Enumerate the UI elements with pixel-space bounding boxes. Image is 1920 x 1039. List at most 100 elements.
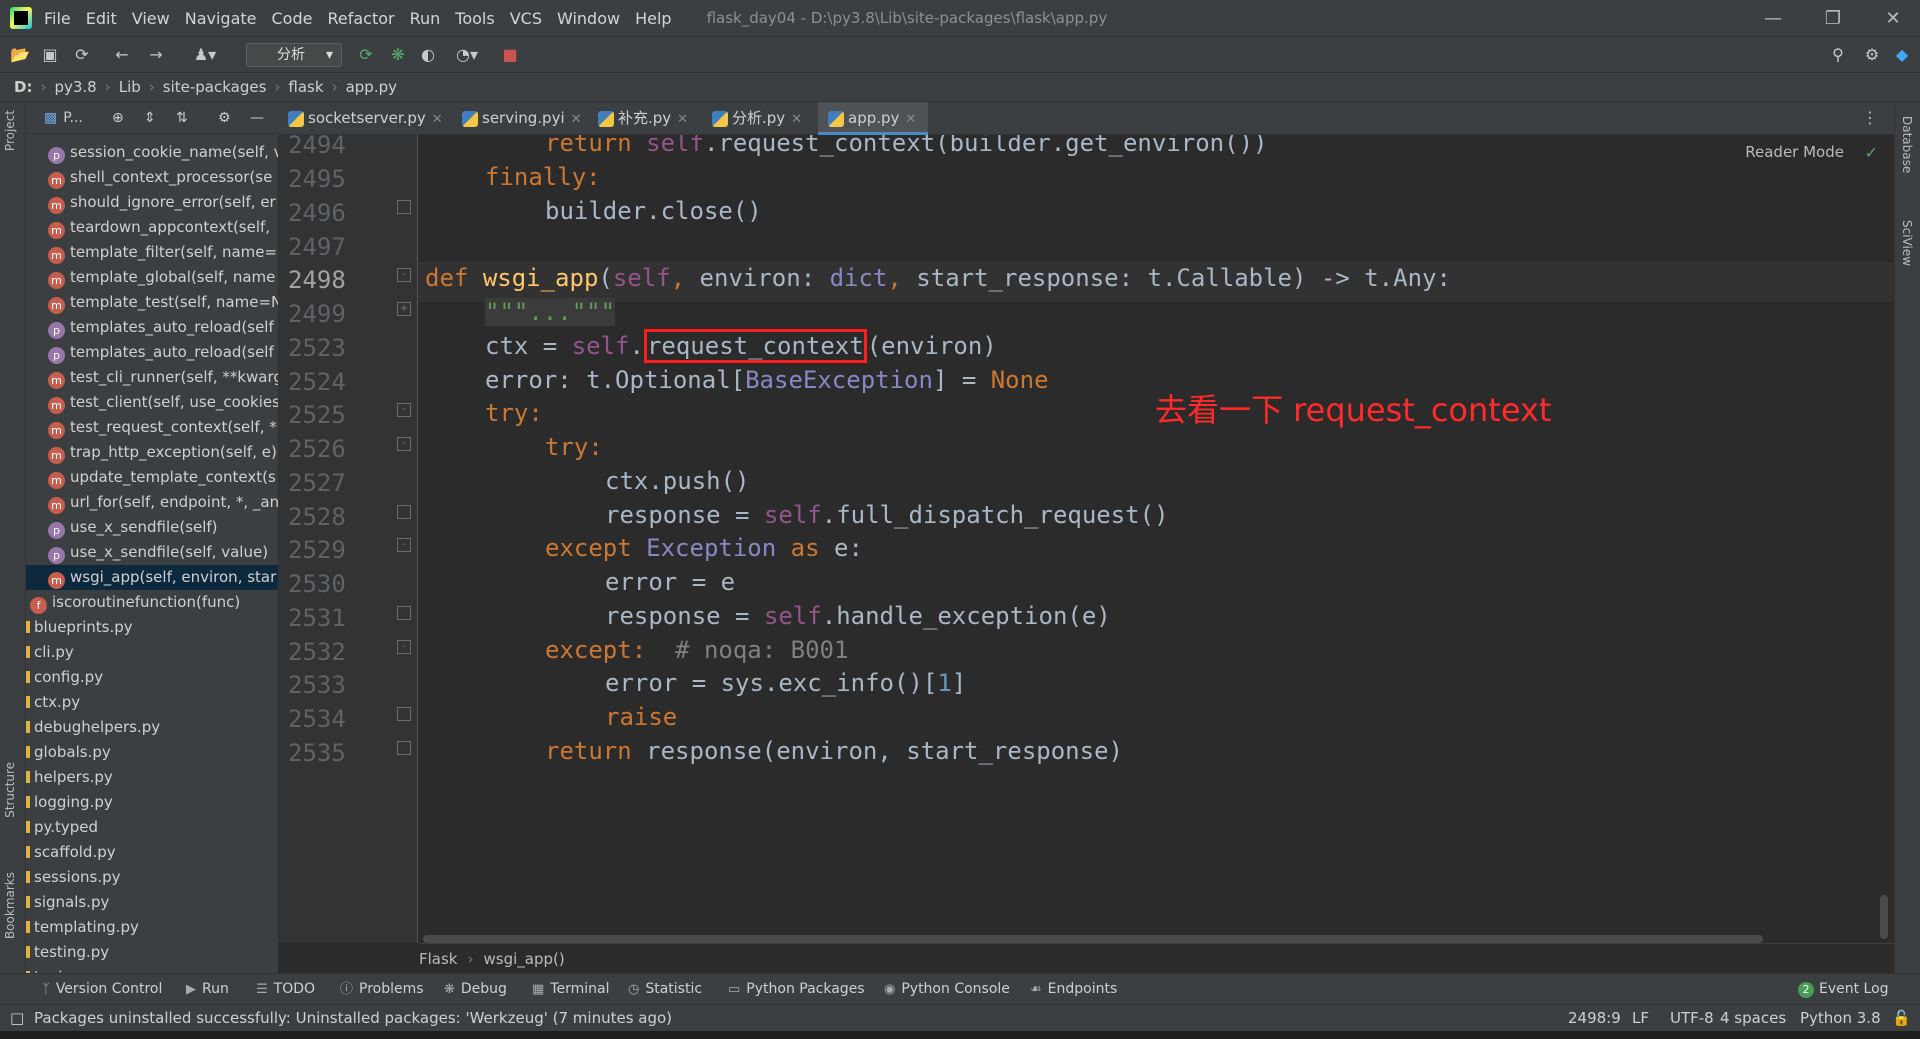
tree-file-item[interactable]: globals.py — [26, 740, 278, 765]
restore-icon[interactable]: ❐ — [1806, 0, 1860, 36]
run-tool[interactable]: ▶ Run — [186, 974, 229, 1005]
tree-method-item[interactable]: m template_test(self, name=N — [26, 290, 278, 315]
profile-icon[interactable]: ◔▾ — [450, 45, 484, 65]
save-icon[interactable]: ▣ — [40, 45, 60, 65]
database-tool-button[interactable]: Database — [1900, 116, 1914, 173]
stop-icon[interactable]: ■ — [500, 45, 520, 65]
close-window-icon[interactable]: ✕ — [1866, 0, 1920, 36]
inspection-ok-icon[interactable]: ✓ — [1865, 143, 1878, 162]
breadcrumb-class[interactable]: Flask — [419, 950, 458, 968]
sync-icon[interactable]: ⟳ — [72, 45, 92, 65]
collapse-all-icon[interactable]: ⇅ — [176, 110, 188, 126]
tree-method-item[interactable]: m shell_context_processor(se — [26, 165, 278, 190]
fold-end-icon[interactable] — [397, 200, 411, 214]
menu-run[interactable]: Run — [410, 9, 441, 28]
back-icon[interactable]: ← — [112, 45, 132, 65]
fold-collapse-icon[interactable]: - — [397, 268, 411, 282]
status-message[interactable]: Packages uninstalled successfully: Unins… — [34, 1005, 672, 1032]
problems-tool[interactable]: ⓘ Problems — [340, 974, 424, 1005]
lock-icon[interactable]: 🔓 — [1892, 1005, 1911, 1032]
code-editor[interactable]: Reader Mode ✓ return self.request_contex… — [419, 135, 1894, 943]
breadcrumb-flask[interactable]: flask — [288, 78, 323, 96]
tree-method-item[interactable]: m update_template_context(s — [26, 465, 278, 490]
tab-fenxi[interactable]: 分析.py ✕ — [702, 102, 818, 135]
project-view-selector[interactable]: P... — [63, 110, 83, 126]
tree-file-item[interactable]: blueprints.py — [26, 615, 278, 640]
tree-file-item[interactable]: config.py — [26, 665, 278, 690]
tree-file-item[interactable]: ctx.py — [26, 690, 278, 715]
menu-refactor[interactable]: Refactor — [327, 9, 394, 28]
search-icon[interactable]: ⚲ — [1828, 45, 1848, 65]
fold-collapse-icon[interactable]: - — [397, 538, 411, 552]
tree-method-item[interactable]: m trap_http_exception(self, e) — [26, 440, 278, 465]
tree-function-item[interactable]: f iscoroutinefunction(func) — [26, 590, 278, 615]
jetbrains-toolbox-icon[interactable]: ◆ — [1892, 45, 1912, 65]
close-tab-icon[interactable]: ✕ — [905, 112, 916, 127]
python-packages-tool[interactable]: ▭ Python Packages — [728, 974, 865, 1005]
tab-socketserver[interactable]: socketserver.py ✕ — [278, 102, 452, 135]
run-configuration-select[interactable]: 分析 ▾ — [246, 43, 342, 67]
tree-method-item[interactable]: m template_filter(self, name= — [26, 240, 278, 265]
menu-code[interactable]: Code — [272, 9, 313, 28]
tree-method-item[interactable]: p use_x_sendfile(self) — [26, 515, 278, 540]
statistic-tool[interactable]: ◷ Statistic — [628, 974, 702, 1005]
close-tab-icon[interactable]: ✕ — [791, 112, 802, 127]
tree-file-item[interactable]: helpers.py — [26, 765, 278, 790]
tab-buchong[interactable]: 补充.py ✕ — [588, 102, 702, 135]
user-dropdown-icon[interactable]: ♟▾ — [188, 45, 222, 65]
caret-position[interactable]: 2498:9 — [1568, 1005, 1621, 1032]
breadcrumb-lib[interactable]: Lib — [119, 78, 141, 96]
sciview-tool-button[interactable]: SciView — [1900, 220, 1914, 266]
expand-all-icon[interactable]: ⇕ — [144, 110, 156, 126]
tree-method-item[interactable]: m should_ignore_error(self, er — [26, 190, 278, 215]
menu-file[interactable]: File — [44, 9, 71, 28]
tree-method-item[interactable]: m wsgi_app(self, environ, star — [26, 565, 278, 590]
tree-method-item[interactable]: p use_x_sendfile(self, value) — [26, 540, 278, 565]
forward-icon[interactable]: → — [146, 45, 166, 65]
coverage-icon[interactable]: ◐ — [418, 45, 438, 65]
rerun-icon[interactable]: ⟳ — [356, 45, 376, 65]
fold-collapse-icon[interactable]: - — [397, 403, 411, 417]
tree-method-item[interactable]: m test_client(self, use_cookies — [26, 390, 278, 415]
version-control-tool[interactable]: ᛉ Version Control — [42, 974, 162, 1005]
menu-help[interactable]: Help — [635, 9, 671, 28]
tree-file-item[interactable]: cli.py — [26, 640, 278, 665]
open-folder-icon[interactable]: 📂 — [10, 45, 30, 65]
breadcrumb-method[interactable]: wsgi_app() — [484, 950, 565, 968]
breadcrumb-site-packages[interactable]: site-packages — [163, 78, 267, 96]
fold-end-icon[interactable] — [397, 606, 411, 620]
fold-end-icon[interactable] — [397, 505, 411, 519]
close-tab-icon[interactable]: ✕ — [677, 112, 688, 127]
tree-method-item[interactable]: p templates_auto_reload(self — [26, 340, 278, 365]
fold-expand-icon[interactable]: + — [397, 302, 411, 316]
tree-method-item[interactable]: m url_for(self, endpoint, *, _an — [26, 490, 278, 515]
tree-method-item[interactable]: m test_request_context(self, * — [26, 415, 278, 440]
breadcrumb-app-py[interactable]: app.py — [346, 78, 397, 96]
event-log-tool[interactable]: 2 Event Log — [1798, 974, 1889, 1005]
structure-tool-button[interactable]: Structure — [3, 762, 17, 818]
gear-icon[interactable]: ⚙ — [218, 110, 231, 126]
menu-navigate[interactable]: Navigate — [185, 9, 257, 28]
fold-end-icon[interactable] — [397, 707, 411, 721]
fold-collapse-icon[interactable]: - — [397, 640, 411, 654]
breadcrumb-drive[interactable]: D: — [14, 78, 32, 96]
folded-docstring[interactable]: """...""" — [485, 298, 616, 326]
minimize-icon[interactable]: — — [1746, 0, 1800, 36]
tree-file-item[interactable]: scaffold.py — [26, 840, 278, 865]
fold-end-icon[interactable] — [397, 741, 411, 755]
tab-app-py[interactable]: app.py ✕ — [818, 102, 928, 135]
status-panel-icon[interactable]: □ — [10, 1005, 24, 1032]
vertical-scrollbar[interactable] — [1880, 895, 1888, 939]
todo-tool[interactable]: ☰ TODO — [256, 974, 315, 1005]
menu-tools[interactable]: Tools — [455, 9, 494, 28]
tree-file-item[interactable]: py.typed — [26, 815, 278, 840]
line-separator[interactable]: LF — [1632, 1005, 1649, 1032]
reader-mode-toggle[interactable]: Reader Mode — [1745, 143, 1844, 161]
horizontal-scrollbar[interactable] — [423, 935, 1763, 943]
debug-tool[interactable]: ❋ Debug — [444, 974, 507, 1005]
tree-file-item[interactable]: sessions.py — [26, 865, 278, 890]
tree-method-item[interactable]: m template_global(self, name — [26, 265, 278, 290]
indent-setting[interactable]: 4 spaces — [1720, 1005, 1786, 1032]
tab-serving-pyi[interactable]: serving.pyi ✕ — [452, 102, 588, 135]
tree-method-item[interactable]: m teardown_appcontext(self, — [26, 215, 278, 240]
